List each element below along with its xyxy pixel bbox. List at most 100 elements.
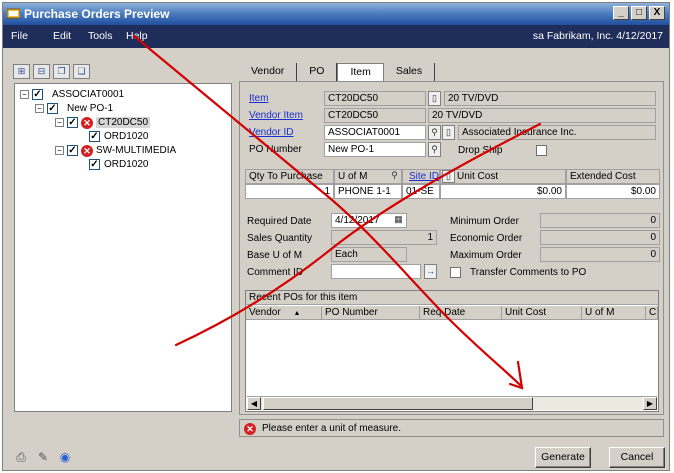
checkbox-checked-icon[interactable]: ✓ <box>47 103 58 114</box>
po-number-label: PO Number <box>249 144 302 155</box>
collapse-icon[interactable]: − <box>55 146 64 155</box>
lookup-icon[interactable]: ⚲ <box>428 142 441 157</box>
horizontal-scrollbar[interactable]: ◀ ▶ <box>247 396 657 410</box>
menu-file[interactable]: File <box>11 30 28 42</box>
detail-tabs: Vendor PO Item Sales <box>239 63 436 81</box>
tab-po[interactable]: PO <box>297 63 338 81</box>
drop-ship-checkbox[interactable] <box>536 145 547 156</box>
col-header-unit-cost[interactable]: Unit Cost <box>502 306 582 320</box>
vendor-id-link[interactable]: Vendor ID <box>249 127 293 138</box>
vendor-item-field: CT20DC50 <box>324 108 426 123</box>
po-number-input[interactable]: New PO-1 <box>324 142 426 157</box>
help-icon[interactable]: ◉ <box>57 450 73 464</box>
vendor-item-link[interactable]: Vendor Item <box>249 110 303 121</box>
col-header-more[interactable]: C <box>646 306 658 320</box>
tree-node-label: ORD1020 <box>104 131 149 142</box>
checkbox-checked-icon[interactable]: ✓ <box>89 131 100 142</box>
checkbox-checked-icon[interactable]: ✓ <box>89 159 100 170</box>
title-bar: Purchase Orders Preview _ □ X <box>3 3 669 25</box>
scroll-left-icon[interactable]: ◀ <box>247 397 261 410</box>
qty-to-purchase-input[interactable]: 1 <box>245 184 334 199</box>
tree-node-vendor[interactable]: − ✓ ASSOCIAT0001 <box>20 88 124 101</box>
sales-quantity-label: Sales Quantity <box>247 233 313 244</box>
vendor-id-input[interactable]: ASSOCIAT0001 <box>324 125 426 140</box>
expand-all-icon[interactable]: ⊞ <box>13 64 30 79</box>
cancel-button[interactable]: Cancel <box>609 447 665 468</box>
col-header-uofm[interactable]: U of M <box>582 306 646 320</box>
scroll-right-icon[interactable]: ▶ <box>643 397 657 410</box>
tab-item[interactable]: Item <box>337 63 384 81</box>
grid-header-unit-cost: Unit Cost <box>440 169 566 184</box>
tab-sales[interactable]: Sales <box>384 63 436 81</box>
tree-node-order[interactable]: ✓ ORD1020 <box>89 130 148 143</box>
collapse-icon[interactable]: − <box>35 104 44 113</box>
window-title: Purchase Orders Preview <box>24 7 170 21</box>
close-button[interactable]: X <box>649 6 665 20</box>
col-header-po-number[interactable]: PO Number <box>322 306 420 320</box>
uofm-input[interactable]: PHONE 1-1 <box>334 184 402 199</box>
po-tree: − ✓ ASSOCIAT0001 − ✓ New PO-1 − ✓ ✕ CT20… <box>14 83 232 412</box>
required-date-label: Required Date <box>247 216 312 227</box>
maximize-button[interactable]: □ <box>631 6 647 20</box>
extended-cost-field: $0.00 <box>566 184 660 199</box>
sales-quantity-field: 1 <box>331 230 437 245</box>
menu-help[interactable]: Help <box>126 30 148 42</box>
collapse-icon[interactable]: − <box>55 118 64 127</box>
calendar-icon[interactable]: ▦ <box>392 213 405 228</box>
status-message: Please enter a unit of measure. <box>262 423 401 434</box>
error-icon: ✕ <box>81 144 93 157</box>
base-uofm-label: Base U of M <box>247 250 303 261</box>
note-icon[interactable]: ✎ <box>35 450 51 464</box>
note-icon[interactable]: ▯ <box>442 125 455 140</box>
grid-header-extended-cost: Extended Cost <box>566 169 660 184</box>
site-id-link[interactable]: Site ID <box>409 171 439 182</box>
economic-order-label: Economic Order <box>450 233 523 244</box>
unit-cost-input[interactable]: $0.00 <box>440 184 566 199</box>
base-uofm-field: Each <box>331 247 407 262</box>
item-number-field: CT20DC50 <box>324 91 426 106</box>
copy-icon[interactable]: ❐ <box>53 64 70 79</box>
error-icon: ✕ <box>81 116 93 129</box>
checkbox-checked-icon[interactable]: ✓ <box>67 117 78 128</box>
checkbox-checked-icon[interactable]: ✓ <box>67 145 78 156</box>
item-link[interactable]: Item <box>249 93 268 104</box>
paste-icon[interactable]: ❏ <box>73 64 90 79</box>
comment-id-input[interactable] <box>331 264 421 279</box>
status-bar: ✕ Please enter a unit of measure. <box>239 419 664 437</box>
col-header-label: Vendor <box>249 307 281 318</box>
collapse-all-icon[interactable]: ⊟ <box>33 64 50 79</box>
checkbox-checked-icon[interactable]: ✓ <box>32 89 43 100</box>
col-header-vendor[interactable]: Vendor ▲ <box>246 306 322 320</box>
arrow-right-icon[interactable]: → <box>424 264 437 279</box>
item-tab-panel: Item CT20DC50 ▯ 20 TV/DVD Vendor Item CT… <box>239 81 664 415</box>
print-icon[interactable]: ⎙ <box>13 450 29 464</box>
site-id-input[interactable]: 01-SE <box>402 184 440 199</box>
note-icon[interactable]: ▯ <box>428 91 441 106</box>
tree-node-label: SW-MULTIMEDIA <box>96 145 177 156</box>
scroll-thumb[interactable] <box>263 397 533 410</box>
tree-node-label: ORD1020 <box>104 159 149 170</box>
transfer-comments-label: Transfer Comments to PO <box>470 267 587 278</box>
menu-tools[interactable]: Tools <box>88 30 113 42</box>
grid-header-qty: Qty To Purchase <box>245 169 334 184</box>
item-description-field: 20 TV/DVD <box>444 91 656 106</box>
minimize-button[interactable]: _ <box>613 6 629 20</box>
col-header-req-date[interactable]: Req Date <box>420 306 502 320</box>
grid-header-site-id[interactable]: Site ID <box>402 169 440 184</box>
maximum-order-field: 0 <box>540 247 660 262</box>
recent-pos-title: Recent POs for this item <box>246 291 658 305</box>
menu-bar: File Edit Tools Help sa Fabrikam, Inc. 4… <box>3 25 669 48</box>
menu-edit[interactable]: Edit <box>53 30 71 42</box>
note-icon[interactable]: ▯ <box>442 170 455 183</box>
collapse-icon[interactable]: − <box>20 90 29 99</box>
tab-vendor[interactable]: Vendor <box>239 63 298 81</box>
tree-node-order[interactable]: ✓ ORD1020 <box>89 158 148 171</box>
lookup-icon[interactable]: ⚲ <box>388 169 401 184</box>
tree-node-po[interactable]: − ✓ New PO-1 <box>35 102 113 115</box>
tree-node-item-sw-multimedia[interactable]: − ✓ ✕ SW-MULTIMEDIA <box>55 144 176 157</box>
transfer-comments-checkbox[interactable] <box>450 267 461 278</box>
tree-node-item-ct20dc50[interactable]: − ✓ ✕ CT20DC50 <box>55 116 151 129</box>
company-date: sa Fabrikam, Inc. 4/12/2017 <box>532 30 663 42</box>
lookup-icon[interactable]: ⚲ <box>428 125 441 140</box>
generate-button[interactable]: Generate <box>535 447 591 468</box>
